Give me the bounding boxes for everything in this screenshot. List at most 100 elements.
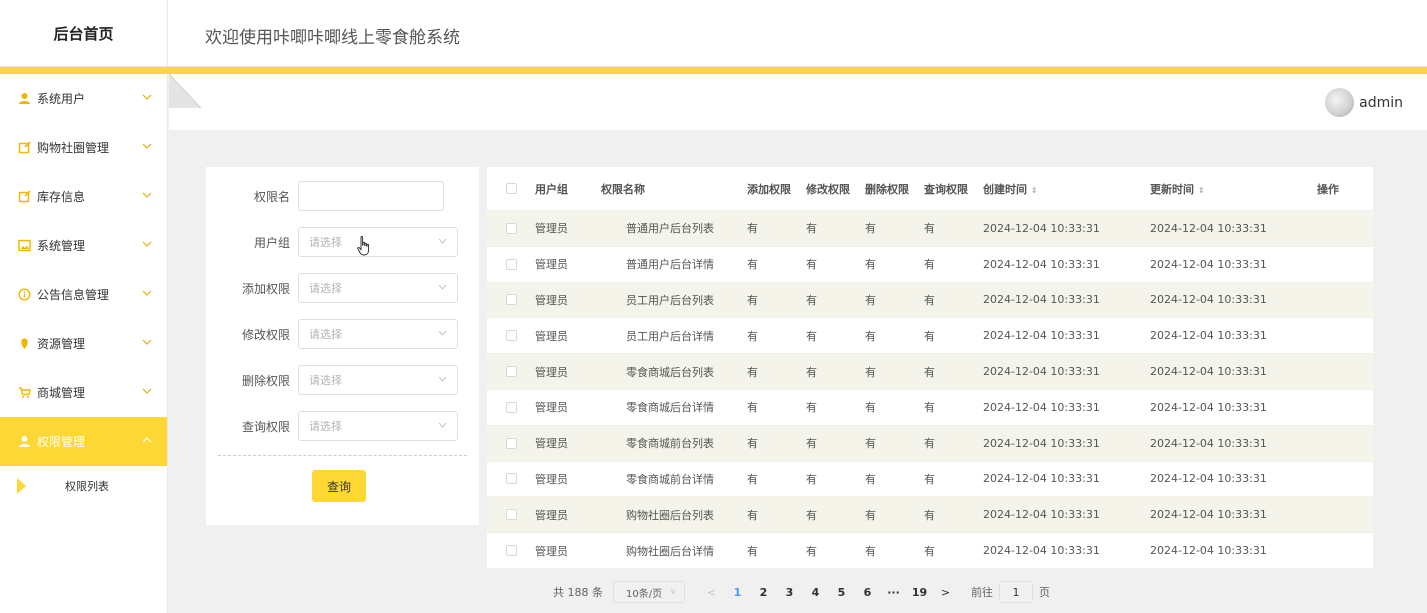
cell-qry: 有 <box>924 293 935 307</box>
row-select-cell[interactable] <box>487 401 527 413</box>
sidebar-item-1[interactable]: 购物社圈管理 <box>0 123 167 172</box>
row-checkbox[interactable] <box>505 437 517 449</box>
filter-select-3[interactable]: 请选择 <box>298 319 458 349</box>
sidebar-item-label: 系统用户 <box>37 92 86 106</box>
cell-add: 有 <box>747 365 758 379</box>
cell-name: 购物社圈后台详情 <box>626 544 714 558</box>
page-button[interactable]: 6 <box>855 581 880 603</box>
filter-select-5[interactable]: 请选择 <box>298 411 458 441</box>
page-button[interactable]: 4 <box>803 581 828 603</box>
search-button[interactable]: 查询 <box>312 470 366 502</box>
cell-name: 普通用户后台详情 <box>626 258 714 272</box>
page-button[interactable]: 19 <box>907 581 932 603</box>
row-checkbox[interactable] <box>505 222 517 234</box>
cell-add: 有 <box>747 222 758 236</box>
chevron-down-icon <box>141 287 153 299</box>
row-select-cell[interactable] <box>487 294 527 306</box>
row-select-cell[interactable] <box>487 222 527 234</box>
row-select-cell[interactable] <box>487 437 527 449</box>
row-select-cell[interactable] <box>487 258 527 270</box>
row-select-cell[interactable] <box>487 545 527 557</box>
chevron-down-icon: ∨ <box>670 587 676 596</box>
page-button[interactable]: 3 <box>777 581 802 603</box>
table-row[interactable]: 管理员 零食商城后台详情 有 有 有 有 2024-12-04 10:33:31 2024-1… <box>487 389 1373 426</box>
row-select-cell[interactable] <box>487 330 527 342</box>
row-select-cell[interactable] <box>487 473 527 485</box>
cell-updated: 2024-12-04 10:33:31 <box>1150 329 1267 343</box>
page-button[interactable]: 5 <box>829 581 854 603</box>
row-checkbox[interactable] <box>505 545 517 557</box>
sidebar-item-2[interactable]: 库存信息 <box>0 172 167 221</box>
filter-row-2: 添加权限 请选择 <box>206 273 479 303</box>
sidebar-item-5[interactable]: 资源管理 <box>0 319 167 368</box>
chevron-down-icon <box>141 140 153 152</box>
cell-updated: 2024-12-04 10:33:31 <box>1150 472 1267 486</box>
header-created[interactable]: 创建时间 ⇕ <box>975 181 1142 197</box>
select-all-checkbox[interactable] <box>505 183 517 194</box>
jump-page-input[interactable]: 1 <box>999 581 1033 603</box>
table-row[interactable]: 管理员 零食商城后台列表 有 有 有 有 2024-12-04 10:33:31 2024-1… <box>487 354 1373 390</box>
header-name: 权限名称 <box>601 182 645 196</box>
row-checkbox[interactable] <box>505 401 517 413</box>
header-updated[interactable]: 更新时间 ⇕ <box>1142 181 1309 197</box>
sort-icon[interactable]: ⇕ <box>1031 186 1038 195</box>
avatar[interactable] <box>1325 88 1355 117</box>
row-checkbox[interactable] <box>505 473 517 485</box>
row-select-cell[interactable] <box>487 366 527 378</box>
user-menu[interactable]: admin <box>1325 88 1403 117</box>
table-row[interactable]: 管理员 零食商城前台详情 有 有 有 有 2024-12-04 10:33:31 2024-1… <box>487 461 1373 498</box>
accent-bar <box>0 67 1427 74</box>
filter-select-4[interactable]: 请选择 <box>298 365 458 395</box>
sidebar-item-3[interactable]: 系统管理 <box>0 221 167 270</box>
table-row[interactable]: 管理员 零食商城前台列表 有 有 有 有 2024-12-04 10:33:31 2024-1… <box>487 425 1373 462</box>
pin-icon <box>18 337 31 350</box>
sidebar-item-label: 公告信息管理 <box>37 288 110 302</box>
row-checkbox[interactable] <box>505 330 517 342</box>
select-all-cell[interactable] <box>487 183 527 194</box>
filter-label: 修改权限 <box>241 327 290 342</box>
user-icon <box>18 435 31 448</box>
sidebar-item-0[interactable]: 系统用户 <box>0 74 167 123</box>
permission-name-input[interactable] <box>298 181 444 211</box>
brand-title[interactable]: 后台首页 <box>0 0 168 67</box>
sidebar-item-6[interactable]: 商城管理 <box>0 368 167 417</box>
cell-name: 零食商城后台列表 <box>626 365 714 379</box>
pagination: 共 188 条 10条/页 ∨ < 1 2 3 4 5 6 ··· 19 > 前往 1 页 <box>487 578 1373 606</box>
filter-row-4: 删除权限 请选择 <box>206 365 479 395</box>
cell-created: 2024-12-04 10:33:31 <box>983 436 1100 450</box>
row-checkbox[interactable] <box>505 258 517 270</box>
table-row[interactable]: 管理员 普通用户后台列表 有 有 有 有 2024-12-04 10:33:31 2024-1… <box>487 211 1373 247</box>
cell-group: 管理员 <box>535 544 568 558</box>
sidebar-item-7[interactable]: 权限管理 <box>0 417 167 466</box>
sort-icon[interactable]: ⇕ <box>1198 186 1205 195</box>
page-size-select[interactable]: 10条/页 ∨ <box>613 581 685 603</box>
row-checkbox[interactable] <box>505 366 517 378</box>
sidebar-item-4[interactable]: 公告信息管理 <box>0 270 167 319</box>
select-placeholder: 请选择 <box>309 236 342 249</box>
cell-mod: 有 <box>806 222 817 236</box>
row-select-cell[interactable] <box>487 509 527 521</box>
next-page-button[interactable]: > <box>933 581 958 603</box>
page-button[interactable]: 2 <box>751 581 776 603</box>
page-button[interactable]: 1 <box>725 581 750 603</box>
prev-page-button[interactable]: < <box>699 581 724 603</box>
collapse-sidebar-icon[interactable] <box>169 74 201 108</box>
cell-name: 零食商城前台详情 <box>626 472 714 486</box>
row-checkbox[interactable] <box>505 509 517 521</box>
table-row[interactable]: 管理员 购物社圈后台列表 有 有 有 有 2024-12-04 10:33:31 2024-1… <box>487 497 1373 534</box>
cell-group: 管理员 <box>535 293 568 307</box>
table-row[interactable]: 管理员 员工用户后台详情 有 有 有 有 2024-12-04 10:33:31 2024-1… <box>487 318 1373 355</box>
username[interactable]: admin <box>1359 95 1403 111</box>
table-row[interactable]: 管理员 员工用户后台列表 有 有 有 有 2024-12-04 10:33:31 2024-1… <box>487 282 1373 319</box>
cell-qry: 有 <box>924 508 935 522</box>
filter-select-2[interactable]: 请选择 <box>298 273 458 303</box>
header-created-label: 创建时间 <box>983 182 1027 196</box>
table-row[interactable]: 管理员 购物社圈后台详情 有 有 有 有 2024-12-04 10:33:31 2024-1… <box>487 533 1373 569</box>
table-row[interactable]: 管理员 普通用户后台详情 有 有 有 有 2024-12-04 10:33:31 2024-1… <box>487 246 1373 283</box>
page-ellipsis[interactable]: ··· <box>881 581 906 603</box>
cell-name: 员工用户后台列表 <box>626 293 714 307</box>
row-checkbox[interactable] <box>505 294 517 306</box>
cell-qry: 有 <box>924 544 935 558</box>
filter-select-1[interactable]: 请选择 <box>298 227 458 257</box>
sidebar-subitem-permission-list[interactable]: 权限列表 <box>0 466 167 506</box>
